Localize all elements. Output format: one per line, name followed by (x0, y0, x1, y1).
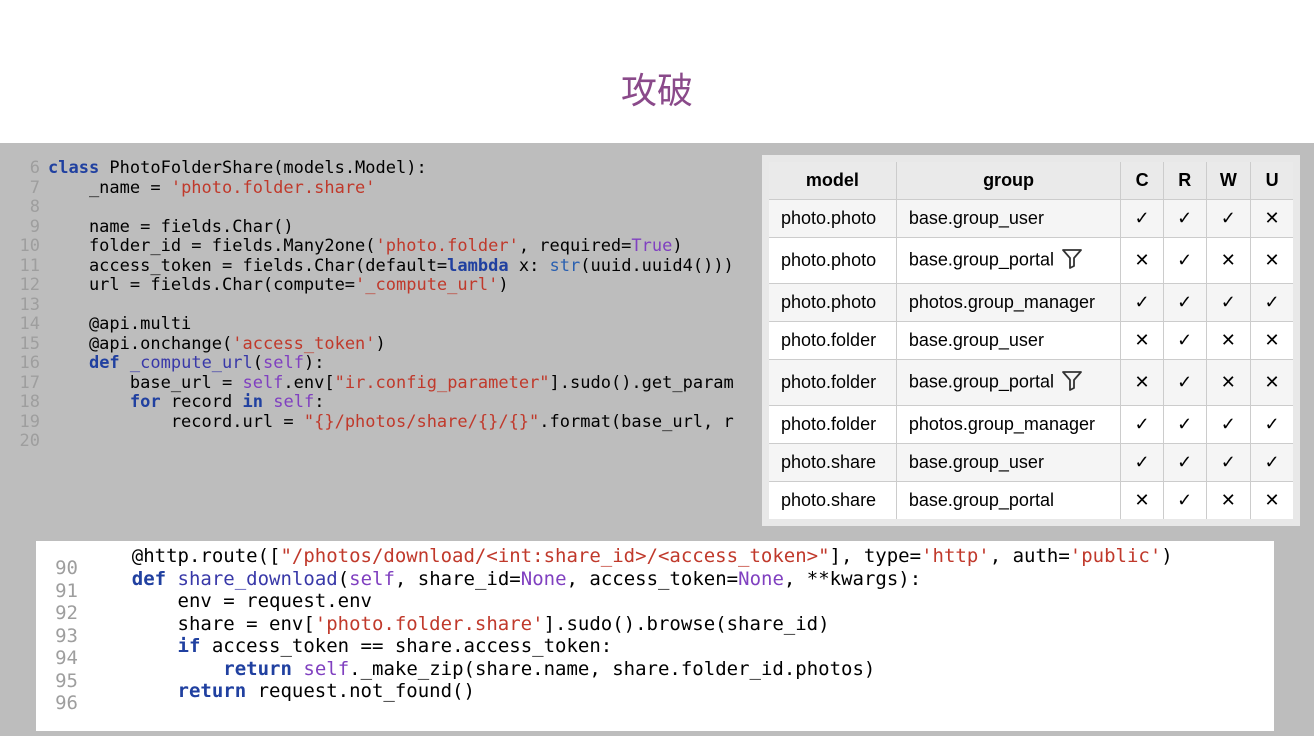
cell-perm-u: ✕ (1251, 200, 1297, 238)
funnel-icon (1060, 368, 1084, 397)
slide-title: 攻破 (0, 0, 1314, 114)
cell-perm-r: ✓ (1163, 322, 1206, 360)
cell-perm-r: ✓ (1163, 360, 1206, 406)
slide: 攻破 6 7 8 9 10 11 12 13 14 15 16 17 18 19… (0, 0, 1314, 736)
cell-perm-u: ✓ (1251, 444, 1297, 482)
cell-model: photo.folder (766, 322, 897, 360)
cell-perm-c: ✓ (1121, 444, 1164, 482)
cell-model: photo.photo (766, 284, 897, 322)
cell-perm-c: ✓ (1121, 406, 1164, 444)
table-header-c: C (1121, 159, 1164, 200)
table-row: photo.sharebase.group_user✓✓✓✓ (766, 444, 1297, 482)
cell-perm-c: ✕ (1121, 482, 1164, 523)
cell-perm-w: ✓ (1206, 200, 1251, 238)
cell-perm-c: ✓ (1121, 284, 1164, 322)
table-row: photo.photophotos.group_manager✓✓✓✓ (766, 284, 1297, 322)
table-row: photo.folderbase.group_portal✕✓✕✕ (766, 360, 1297, 406)
cell-group: base.group_user (896, 444, 1120, 482)
cell-perm-u: ✓ (1251, 284, 1297, 322)
line-number-gutter: 90 91 92 93 94 95 96 (36, 541, 86, 731)
cell-perm-r: ✓ (1163, 238, 1206, 284)
cell-model: photo.folder (766, 360, 897, 406)
cell-perm-c: ✓ (1121, 200, 1164, 238)
cell-perm-w: ✕ (1206, 238, 1251, 284)
cell-perm-r: ✓ (1163, 406, 1206, 444)
table-header-row: modelgroupCRWU (766, 159, 1297, 200)
code-lines: class PhotoFolderShare(models.Model): _n… (48, 143, 734, 468)
cell-group: base.group_portal (896, 360, 1120, 406)
table-header-group: group (896, 159, 1120, 200)
cell-perm-u: ✕ (1251, 482, 1297, 523)
cell-group: photos.group_manager (896, 284, 1120, 322)
cell-perm-u: ✓ (1251, 406, 1297, 444)
cell-group: photos.group_manager (896, 406, 1120, 444)
cell-perm-r: ✓ (1163, 200, 1206, 238)
cell-model: photo.folder (766, 406, 897, 444)
cell-perm-w: ✕ (1206, 322, 1251, 360)
cell-group: base.group_user (896, 322, 1120, 360)
table-body: photo.photobase.group_user✓✓✓✕photo.phot… (766, 200, 1297, 523)
cell-perm-c: ✕ (1121, 322, 1164, 360)
table-row: photo.sharebase.group_portal✕✓✕✕ (766, 482, 1297, 523)
cell-perm-w: ✕ (1206, 482, 1251, 523)
cell-model: photo.share (766, 444, 897, 482)
cell-perm-c: ✕ (1121, 360, 1164, 406)
line-number-gutter: 6 7 8 9 10 11 12 13 14 15 16 17 18 19 20 (0, 143, 48, 468)
cell-perm-u: ✕ (1251, 360, 1297, 406)
cell-perm-u: ✕ (1251, 322, 1297, 360)
cell-model: photo.share (766, 482, 897, 523)
code-lines: @http.route(["/photos/download/<int:shar… (86, 541, 1173, 731)
cell-perm-w: ✓ (1206, 444, 1251, 482)
cell-perm-r: ✓ (1163, 284, 1206, 322)
cell-perm-u: ✕ (1251, 238, 1297, 284)
code-block-model: 6 7 8 9 10 11 12 13 14 15 16 17 18 19 20… (0, 143, 760, 468)
table-row: photo.photobase.group_portal✕✓✕✕ (766, 238, 1297, 284)
table-header-u: U (1251, 159, 1297, 200)
cell-group: base.group_portal (896, 238, 1120, 284)
cell-perm-w: ✕ (1206, 360, 1251, 406)
code-block-controller: 90 91 92 93 94 95 96 @http.route(["/phot… (36, 541, 1274, 731)
table-row: photo.photobase.group_user✓✓✓✕ (766, 200, 1297, 238)
cell-model: photo.photo (766, 200, 897, 238)
table-header-r: R (1163, 159, 1206, 200)
cell-perm-w: ✓ (1206, 284, 1251, 322)
cell-perm-r: ✓ (1163, 482, 1206, 523)
table-header-model: model (766, 159, 897, 200)
table-header-w: W (1206, 159, 1251, 200)
table-row: photo.folderbase.group_user✕✓✕✕ (766, 322, 1297, 360)
permissions-table: modelgroupCRWU photo.photobase.group_use… (762, 155, 1300, 526)
cell-perm-w: ✓ (1206, 406, 1251, 444)
cell-perm-c: ✕ (1121, 238, 1164, 284)
cell-perm-r: ✓ (1163, 444, 1206, 482)
table-row: photo.folderphotos.group_manager✓✓✓✓ (766, 406, 1297, 444)
cell-group: base.group_portal (896, 482, 1120, 523)
funnel-icon (1060, 246, 1084, 275)
cell-group: base.group_user (896, 200, 1120, 238)
cell-model: photo.photo (766, 238, 897, 284)
